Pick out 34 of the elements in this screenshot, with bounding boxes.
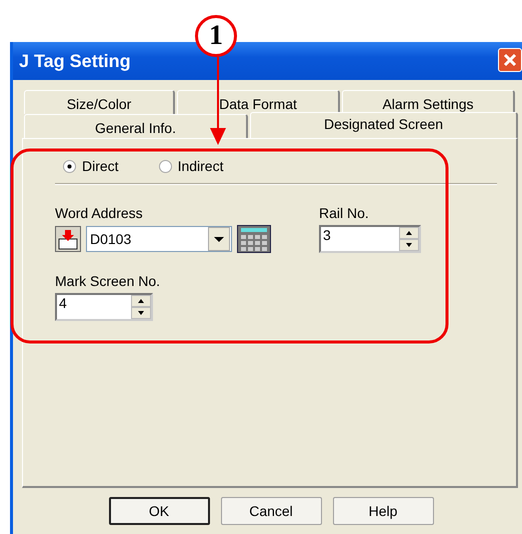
address-icon[interactable] [55,226,81,252]
field-value: 4 [59,295,67,313]
spin-field[interactable]: 3 [319,225,421,253]
radio-option[interactable]: Indirect [158,158,224,174]
radio-option[interactable]: Direct [63,158,119,174]
dialog-button[interactable]: Cancel [220,497,322,525]
callout-number: 1 [195,15,237,57]
spin-up-button[interactable] [399,227,419,239]
keypad-icon[interactable] [237,225,271,253]
field-value: 3 [323,227,331,245]
field-label: Word Address [55,205,144,223]
tab[interactable]: Designated Screen [250,112,518,138]
field-label: Mark Screen No. [55,273,162,291]
up-arrow-icon [138,299,144,303]
down-arrow-icon [138,311,144,315]
spin-down-button[interactable] [131,307,151,319]
address-dropdown[interactable]: D0103 [86,226,232,252]
close-button[interactable] [498,48,522,72]
dialog-button[interactable]: OK [108,497,210,525]
spin-up-button[interactable] [131,295,151,307]
down-arrow-icon [406,243,412,247]
spin-down-button[interactable] [399,239,419,251]
tab[interactable]: Data Format [177,90,340,114]
close-icon [503,53,517,67]
up-arrow-icon [406,231,412,235]
field-label: Rail No. [319,205,370,223]
window-title: J Tag Setting [19,50,131,72]
dialog-button[interactable]: Help [332,497,434,525]
tab[interactable]: Size/Color [24,90,175,114]
tab[interactable]: General Info. [24,114,248,138]
tab[interactable]: Alarm Settings [342,90,515,114]
radio-button[interactable] [158,160,172,172]
radio-button[interactable] [63,160,76,172]
spin-field[interactable]: 4 [55,293,153,321]
